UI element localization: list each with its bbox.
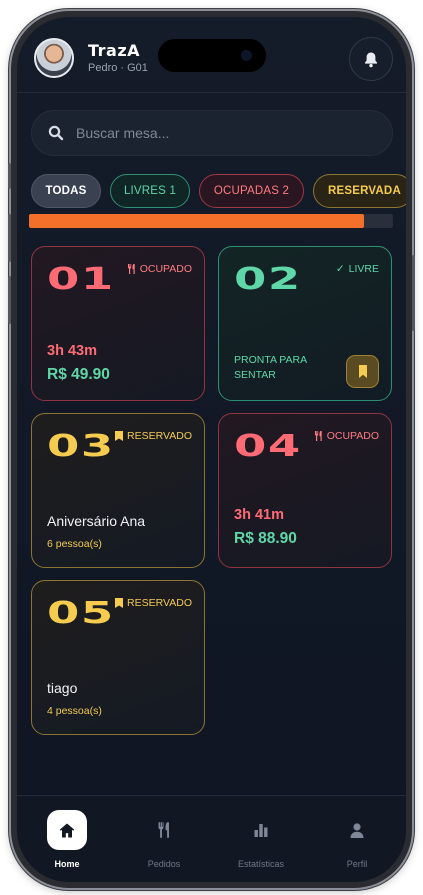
filter-chips: TODAS LIVRES 1 OCUPADAS 2 RESERVADA <box>31 174 406 208</box>
occupied-time: 3h 43m <box>47 343 97 359</box>
table-number: 03 <box>47 429 115 464</box>
reservation-name: Aniversário Ana <box>47 513 146 529</box>
search-input[interactable] <box>76 111 376 155</box>
status-label: RESERVADO <box>127 430 192 442</box>
table-card-05[interactable]: 05 RESERVADO tiago 4 pessoa(s) <box>31 580 205 735</box>
bell-icon <box>365 52 377 67</box>
table-card-04[interactable]: 04 OCUPADO 3h 41m R$ 88.90 <box>218 413 392 568</box>
nav-pedidos[interactable]: Pedidos <box>129 810 199 870</box>
nav-label-home: Home <box>54 859 80 869</box>
avatar[interactable] <box>34 38 74 78</box>
status-label: OCUPADO <box>139 263 192 275</box>
nav-pedidos-icon-box <box>144 810 184 850</box>
check-icon: ✓ <box>335 263 345 275</box>
volume-up-button <box>8 214 11 262</box>
fork-knife-icon <box>314 431 322 441</box>
occupancy-progress-fill <box>29 214 364 228</box>
table-card-01[interactable]: 01 OCUPADO 3h 43m R$ 49.90 <box>31 246 205 401</box>
status-badge: RESERVADO <box>115 597 192 609</box>
home-icon <box>59 823 75 837</box>
table-card-02[interactable]: 02 ✓ LIVRE PRONTA PARA SENTAR <box>218 246 392 401</box>
dynamic-island <box>158 39 266 72</box>
power-button <box>412 255 415 331</box>
nav-perfil-icon-box <box>337 810 377 850</box>
status-label: RESERVADO <box>127 597 192 609</box>
nav-perfil[interactable]: Perfil <box>322 810 392 870</box>
bookmark-icon <box>115 598 124 608</box>
nav-estatisticas-icon-box <box>241 810 281 850</box>
status-label: LIVRE <box>348 263 379 275</box>
filter-todas[interactable]: TODAS <box>31 174 101 208</box>
table-number: 05 <box>47 596 115 631</box>
reservation-name: tiago <box>47 680 78 696</box>
volume-down-button <box>8 276 11 324</box>
app-title: TrazA <box>88 41 141 60</box>
status-badge: ✓ LIVRE <box>336 263 379 275</box>
table-total: R$ 88.90 <box>234 530 297 547</box>
nav-label-perfil: Perfil <box>346 859 368 869</box>
search-bar[interactable] <box>31 110 393 156</box>
table-total: R$ 49.90 <box>47 366 110 383</box>
party-size: 6 pessoa(s) <box>47 538 102 550</box>
ready-line-2: SENTAR <box>234 369 276 381</box>
status-label: OCUPADO <box>326 430 379 442</box>
status-badge: OCUPADO <box>127 263 192 275</box>
bookmark-icon <box>358 365 367 378</box>
person-icon <box>350 822 364 838</box>
search-icon <box>48 125 64 141</box>
filter-livres[interactable]: LIVRES 1 <box>110 174 190 208</box>
filter-ocupadas[interactable]: OCUPADAS 2 <box>199 174 304 208</box>
occupied-time: 3h 41m <box>234 507 284 523</box>
action-button <box>8 163 11 189</box>
bottom-navigation: Home Pedidos Estatísticas Perfil <box>17 795 406 882</box>
party-size: 4 pessoa(s) <box>47 705 102 717</box>
table-number: 04 <box>234 429 302 464</box>
table-number: 01 <box>47 262 115 297</box>
status-badge: OCUPADO <box>314 430 379 442</box>
status-badge: RESERVADO <box>115 430 192 442</box>
nav-home-icon-box <box>47 810 87 850</box>
app-screen: TrazA Pedro · G01 TODAS LIVRES 1 OCUPADA… <box>17 17 406 882</box>
table-card-03[interactable]: 03 RESERVADO Aniversário Ana 6 pessoa(s) <box>31 413 205 568</box>
user-subtitle: Pedro · G01 <box>88 62 148 74</box>
fork-knife-icon <box>158 822 169 838</box>
notifications-button[interactable] <box>349 37 393 81</box>
reserve-button[interactable] <box>346 355 379 388</box>
filter-reservadas[interactable]: RESERVADA <box>313 174 406 208</box>
camera-lens <box>241 50 252 61</box>
bookmark-icon <box>115 431 124 441</box>
nav-home[interactable]: Home <box>32 810 102 870</box>
nav-estatisticas[interactable]: Estatísticas <box>226 810 296 870</box>
ready-line-1: PRONTA PARA <box>234 354 308 366</box>
fork-knife-icon <box>127 264 135 274</box>
bar-chart-icon <box>254 824 268 837</box>
nav-label-pedidos: Pedidos <box>147 859 181 869</box>
nav-label-estatisticas: Estatísticas <box>237 859 284 869</box>
table-number: 02 <box>234 262 302 297</box>
